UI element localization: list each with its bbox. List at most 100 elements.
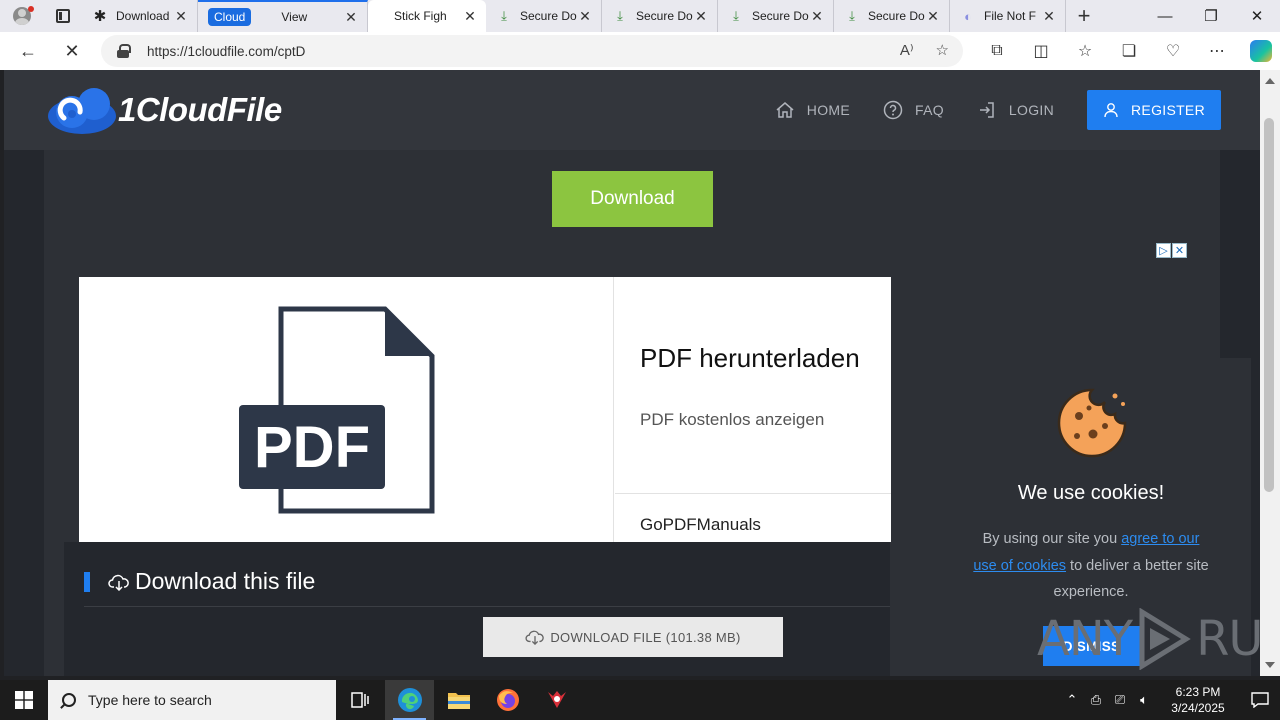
register-label: REGISTER — [1131, 102, 1205, 118]
tab-secure-download[interactable]: ⤓ Secure Do ✕ — [602, 0, 718, 32]
close-icon[interactable]: ✕ — [577, 8, 593, 25]
download-file-button[interactable]: DOWNLOAD FILE (101.38 MB) — [483, 617, 783, 657]
close-icon[interactable]: ✕ — [693, 8, 709, 25]
search-icon — [62, 693, 76, 707]
close-icon[interactable]: ✕ — [173, 8, 189, 25]
back-button[interactable]: ← — [8, 32, 48, 70]
register-button[interactable]: REGISTER — [1087, 90, 1221, 130]
ad-subtitle: PDF kostenlos anzeigen — [640, 410, 825, 429]
maximize-button[interactable]: ❐ — [1188, 0, 1234, 32]
favorites-icon[interactable]: ☆ — [1063, 32, 1107, 70]
close-window-button[interactable]: ✕ — [1234, 0, 1280, 32]
browser-essentials-icon[interactable]: ♡ — [1151, 32, 1195, 70]
tab-strip: ✱ Download ✕ Cloud View ✕ Stick Figh ✕ ⤓… — [0, 0, 1280, 32]
notification-icon — [1251, 692, 1269, 708]
cookie-message-end: to deliver a better site experience. — [1053, 557, 1209, 601]
ad-title[interactable]: PDF herunterladen — [640, 343, 860, 374]
chevron-up-icon[interactable]: ⌃ — [1060, 692, 1084, 708]
tab-group-label[interactable]: Cloud — [208, 8, 252, 26]
clock[interactable]: 6:23 PM 3/24/2025 — [1156, 684, 1240, 716]
nav-home[interactable]: HOME — [775, 100, 850, 120]
taskbar-edge[interactable] — [385, 680, 434, 720]
volume-icon[interactable]: 🔈︎ — [1132, 692, 1156, 708]
heading-accent-bar — [84, 571, 90, 592]
tab-view[interactable]: Cloud View ✕ — [198, 0, 368, 32]
new-tab-button[interactable]: + — [1066, 0, 1102, 32]
ad-close-icon[interactable]: ✕ — [1172, 243, 1187, 258]
tab-file-not-found[interactable]: ◐ File Not F ✕ — [950, 0, 1066, 32]
advertisement[interactable]: PDF PDF herunterladen PDF kostenlos anze… — [79, 277, 891, 542]
download-icon: ⤓ — [617, 8, 623, 23]
taskbar-firefox[interactable] — [483, 680, 532, 720]
firefox-icon — [496, 689, 519, 711]
site-header: 1CloudFile HOME FAQ LOGIN REGISTER — [4, 70, 1260, 150]
ad-brand[interactable]: GoPDFManuals — [640, 515, 761, 535]
tab-title: Secure Do — [752, 9, 809, 23]
back-arrow-icon: ← — [19, 40, 37, 61]
main-content: Download PDF PDF herunterladen PDF koste… — [44, 150, 1251, 676]
read-aloud-icon[interactable]: A⁾ — [900, 41, 914, 59]
task-view-button[interactable] — [336, 680, 385, 720]
nav-faq[interactable]: FAQ — [883, 100, 944, 120]
page-scrollbar[interactable] — [1260, 70, 1280, 676]
tab-title: File Not F — [984, 9, 1037, 23]
download-button[interactable]: Download — [552, 171, 713, 227]
tab-secure-download[interactable]: ⤓ Secure Do ✕ — [834, 0, 950, 32]
cloud-download-icon — [108, 574, 129, 591]
tab-title: Secure Do — [520, 9, 577, 23]
nav-login-label: LOGIN — [1008, 102, 1054, 118]
more-menu-icon[interactable]: ⋯ — [1195, 32, 1239, 70]
screen: ✱ Download ✕ Cloud View ✕ Stick Figh ✕ ⤓… — [0, 0, 1280, 720]
close-icon[interactable]: ✕ — [462, 8, 478, 25]
system-tray: ⌃ ⎙ ⎚ 🔈︎ 6:23 PM 3/24/2025 — [1060, 680, 1280, 720]
login-icon — [979, 102, 994, 118]
address-bar[interactable]: https://1cloudfile.com/cptD A⁾ ☆ — [101, 35, 963, 67]
taskbar-file-explorer[interactable] — [434, 680, 483, 720]
tab-secure-download[interactable]: ⤓ Secure Do ✕ — [486, 0, 602, 32]
profile-button[interactable] — [0, 0, 44, 32]
download-section: Download this file DOWNLOAD FILE (101.38… — [64, 542, 890, 676]
network-icon[interactable]: ⎚ — [1108, 692, 1132, 708]
red-app-icon — [547, 691, 566, 708]
stop-icon: ✕ — [64, 40, 80, 61]
close-icon[interactable]: ✕ — [925, 8, 941, 25]
clock-time: 6:23 PM — [1175, 685, 1221, 699]
nav-login[interactable]: LOGIN — [977, 100, 1054, 120]
download-icon: ⤓ — [849, 8, 855, 23]
close-icon[interactable]: ✕ — [1041, 8, 1057, 25]
start-button[interactable] — [0, 680, 48, 720]
tab-stick-fight[interactable]: Stick Figh ✕ — [368, 0, 486, 32]
pdf-label: PDF — [254, 415, 370, 480]
stop-button[interactable]: ✕ — [52, 32, 92, 70]
scroll-down-icon[interactable] — [1265, 662, 1275, 668]
tab-secure-download[interactable]: ⤓ Secure Do ✕ — [718, 0, 834, 32]
favorite-star-icon[interactable]: ☆ — [936, 41, 949, 59]
bug-icon: ✱ — [93, 8, 107, 25]
site-logo[interactable]: 1CloudFile — [44, 84, 282, 136]
minimize-button[interactable]: — — [1142, 0, 1188, 32]
copilot-icon — [1250, 40, 1272, 62]
device-icon[interactable]: ⎙ — [1084, 692, 1108, 708]
download-icon: ⤓ — [733, 8, 739, 23]
close-icon[interactable]: ✕ — [809, 8, 825, 25]
divider — [84, 606, 890, 607]
tab-download[interactable]: ✱ Download ✕ — [82, 0, 198, 32]
browser-toolbar: ← ✕ https://1cloudfile.com/cptD A⁾ ☆ ⧉ ◫… — [0, 32, 1280, 70]
extensions-icon[interactable]: ⧉ — [975, 32, 1019, 70]
adchoices-icon[interactable]: ▷ — [1156, 243, 1171, 258]
split-screen-icon[interactable]: ◫ — [1019, 32, 1063, 70]
close-icon[interactable]: ✕ — [343, 9, 359, 26]
taskbar-search[interactable]: Type here to search — [48, 680, 336, 720]
copilot-button[interactable] — [1239, 32, 1280, 70]
taskbar-app[interactable] — [532, 680, 581, 720]
collections-icon[interactable]: ❏ — [1107, 32, 1151, 70]
download-file-label: DOWNLOAD FILE (101.38 MB) — [550, 629, 741, 645]
scroll-thumb[interactable] — [1264, 118, 1274, 492]
play-triangle-icon — [1139, 608, 1191, 670]
scroll-up-icon[interactable] — [1265, 78, 1275, 84]
notifications-button[interactable] — [1240, 680, 1280, 720]
tab-actions-button[interactable] — [44, 0, 82, 32]
cookie-message-start: By using our site you — [982, 531, 1122, 547]
ad-image[interactable]: PDF — [79, 277, 614, 542]
anyrun-watermark: ANY RUN — [1037, 607, 1280, 671]
